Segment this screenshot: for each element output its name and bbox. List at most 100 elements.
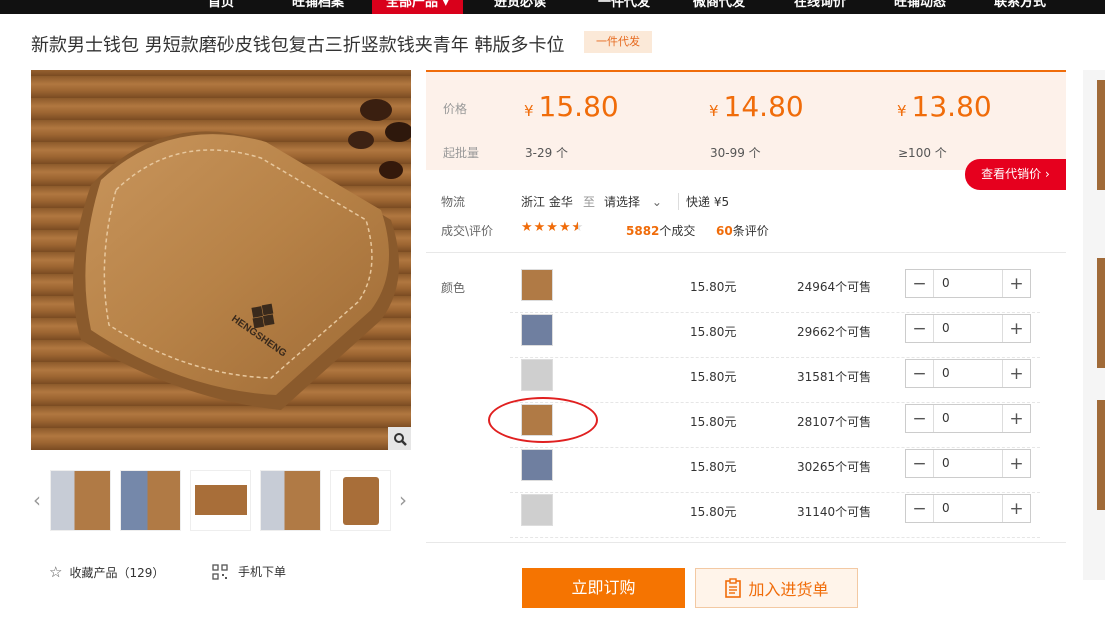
nav-all-products[interactable]: 全部产品 ▾ xyxy=(372,0,464,14)
price-box: 价格 起批量 ¥15.80 ¥14.80 ¥13.80 3-29 个 30-99… xyxy=(426,70,1066,170)
increment-button[interactable]: + xyxy=(1003,450,1030,477)
sku-color-swatch[interactable] xyxy=(521,269,553,301)
sku-price: 15.80元 xyxy=(690,415,737,429)
zoom-button[interactable] xyxy=(388,427,411,450)
destination-select[interactable]: 请选择 ⌄ xyxy=(604,193,662,210)
thumbs-prev-arrow[interactable]: ‹ xyxy=(33,488,41,512)
rating-stars: ★★★★★★ xyxy=(521,220,585,235)
sku-row: 15.80元 31140个可售 −0 + xyxy=(510,493,1040,538)
deals-label: 成交\评价 xyxy=(441,224,494,238)
nav-wechat-dropship[interactable]: 微商代发 xyxy=(693,0,745,14)
quantity-stepper: −0 + xyxy=(905,269,1031,298)
nav-shop-news[interactable]: 旺铺动态 xyxy=(894,0,946,14)
logistics-to: 至 xyxy=(583,195,596,209)
thumbs-next-arrow[interactable]: › xyxy=(399,488,407,512)
decrement-button[interactable]: − xyxy=(906,315,933,342)
sku-row: 15.80元 24964个可售 −0 + xyxy=(510,268,1040,313)
thumbnail-1[interactable] xyxy=(50,470,111,531)
logistics-origin: 浙江 金华 xyxy=(521,195,573,209)
highlight-annotation-circle xyxy=(488,397,598,443)
quantity-input[interactable]: 0 xyxy=(933,270,1003,297)
quantity-input[interactable]: 0 xyxy=(933,450,1003,477)
wallet-illustration: HENGSHENG xyxy=(73,99,411,410)
main-product-image[interactable]: HENGSHENG xyxy=(31,70,411,450)
quantity-stepper: −0 + xyxy=(905,314,1031,343)
sku-row: 15.80元 30265个可售 −0 + xyxy=(510,448,1040,493)
side-thumb-1[interactable] xyxy=(1097,80,1105,190)
nav-home[interactable]: 首页 xyxy=(208,0,234,14)
side-thumb-3[interactable] xyxy=(1097,400,1105,510)
increment-button[interactable]: + xyxy=(1003,405,1030,432)
mobile-order-label: 手机下单 xyxy=(238,565,287,579)
chevron-right-icon: › xyxy=(1045,167,1050,181)
quantity-input[interactable]: 0 xyxy=(933,360,1003,387)
currency-symbol: ¥ xyxy=(897,102,907,120)
decrement-button[interactable]: − xyxy=(906,270,933,297)
review-count[interactable]: 60条评价 xyxy=(716,222,769,239)
side-thumb-2[interactable] xyxy=(1097,258,1105,368)
sku-price: 15.80元 xyxy=(690,505,737,519)
tier-3-price-value: 13.80 xyxy=(911,90,992,123)
nav-buying-guide[interactable]: 进货必读 xyxy=(494,0,546,14)
thumbnail-3[interactable] xyxy=(190,470,251,531)
sku-price: 15.80元 xyxy=(690,325,737,339)
review-count-value: 60 xyxy=(716,224,733,238)
qr-code-icon xyxy=(212,563,228,580)
sku-color-swatch[interactable] xyxy=(521,494,553,526)
quantity-input[interactable]: 0 xyxy=(933,315,1003,342)
add-to-cart-button[interactable]: 加入进货单 xyxy=(695,568,858,608)
favorite-label: 收藏产品（129） xyxy=(69,565,165,580)
sku-stock: 24964个可售 xyxy=(797,280,872,294)
decrement-button[interactable]: − xyxy=(906,405,933,432)
top-nav: 首页 旺铺档案 全部产品 ▾ 进货必读 一件代发 微商代发 在线询价 旺铺动态 … xyxy=(0,0,1105,14)
agent-button-label: 查看代销价 xyxy=(981,167,1042,181)
deal-count[interactable]: 5882个成交 xyxy=(626,222,695,239)
quantity-stepper: −0 + xyxy=(905,449,1031,478)
increment-button[interactable]: + xyxy=(1003,495,1030,522)
order-now-button[interactable]: 立即订购 xyxy=(522,568,685,608)
logistics-label: 物流 xyxy=(441,195,466,209)
dropship-badge: 一件代发 xyxy=(584,31,652,53)
decrement-button[interactable]: − xyxy=(906,450,933,477)
tier-1-price: ¥15.80 xyxy=(524,90,619,123)
add-to-cart-label: 加入进货单 xyxy=(748,580,829,599)
nav-contact[interactable]: 联系方式 xyxy=(994,0,1046,14)
sku-stock: 28107个可售 xyxy=(797,415,872,429)
quantity-input[interactable]: 0 xyxy=(933,495,1003,522)
review-count-unit: 条评价 xyxy=(732,224,769,238)
tier-3-range: ≥100 个 xyxy=(898,146,947,160)
tier-2-price: ¥14.80 xyxy=(709,90,804,123)
decrement-button[interactable]: − xyxy=(906,495,933,522)
tier-1-price-value: 15.80 xyxy=(538,90,619,123)
currency-symbol: ¥ xyxy=(709,102,719,120)
decrement-button[interactable]: − xyxy=(906,360,933,387)
half-star-icon: ★★ xyxy=(571,220,585,235)
thumbnail-4[interactable] xyxy=(260,470,321,531)
thumbnail-2[interactable] xyxy=(120,470,181,531)
sku-color-swatch[interactable] xyxy=(521,314,553,346)
thumbnail-5[interactable] xyxy=(330,470,391,531)
sku-stock: 31140个可售 xyxy=(797,505,872,519)
quantity-stepper: −0 + xyxy=(905,404,1031,433)
chevron-down-icon: ⌄ xyxy=(651,195,662,209)
view-agent-price-button[interactable]: 查看代销价 › xyxy=(965,159,1066,190)
nav-shop-profile[interactable]: 旺铺档案 xyxy=(292,0,344,14)
mobile-order[interactable]: 手机下单 xyxy=(212,563,286,580)
sku-price: 15.80元 xyxy=(690,460,737,474)
magnifier-icon xyxy=(393,432,407,446)
currency-symbol: ¥ xyxy=(524,102,534,120)
sku-color-swatch[interactable] xyxy=(521,449,553,481)
sku-stock: 29662个可售 xyxy=(797,325,872,339)
sku-stock: 31581个可售 xyxy=(797,370,872,384)
increment-button[interactable]: + xyxy=(1003,360,1030,387)
nav-dropship[interactable]: 一件代发 xyxy=(598,0,650,14)
favorite-product[interactable]: ☆ 收藏产品（129） xyxy=(49,563,164,581)
quantity-input[interactable]: 0 xyxy=(933,405,1003,432)
increment-button[interactable]: + xyxy=(1003,315,1030,342)
tier-2-price-value: 14.80 xyxy=(723,90,804,123)
moq-label: 起批量 xyxy=(443,146,480,160)
nav-inquiry[interactable]: 在线询价 xyxy=(794,0,846,14)
sku-price: 15.80元 xyxy=(690,370,737,384)
increment-button[interactable]: + xyxy=(1003,270,1030,297)
sku-color-swatch[interactable] xyxy=(521,359,553,391)
